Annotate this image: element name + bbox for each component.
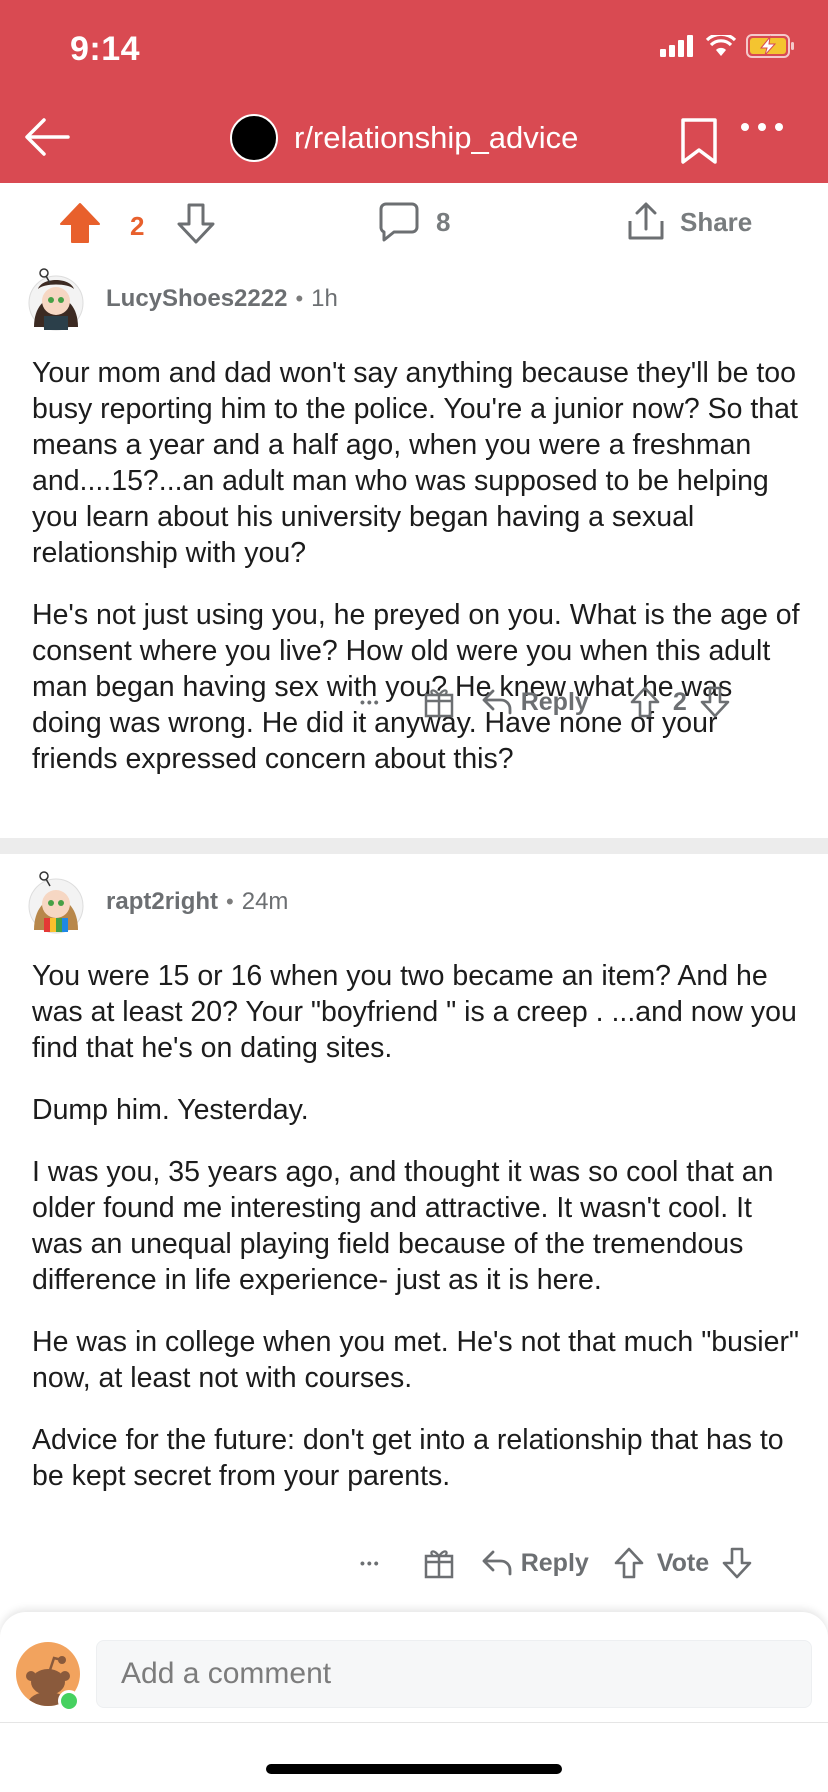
comments-button[interactable]: 8: [378, 201, 450, 243]
post-action-bar: 2 8 Share: [0, 183, 828, 263]
more-icon[interactable]: [740, 122, 784, 132]
comment: rapt2right • 24m You were 15 or 16 when …: [0, 866, 828, 1606]
comment-bubble-icon: [379, 202, 419, 242]
status-icons: [660, 34, 796, 58]
user-avatar[interactable]: [24, 267, 88, 331]
signal-icon: [660, 35, 693, 57]
online-status-indicator: [58, 1690, 80, 1712]
downvote-icon[interactable]: [176, 201, 216, 245]
award-icon[interactable]: [423, 685, 455, 719]
separator-dot: •: [226, 889, 234, 914]
app-header: 9:14 r/relationship_advice: [0, 0, 828, 183]
comment-actions: ••• Reply 2: [360, 685, 731, 719]
comment-paragraph: Your mom and dad won't say anything beca…: [32, 357, 798, 569]
user-avatar[interactable]: [24, 870, 88, 934]
comment-username[interactable]: LucyShoes2222: [106, 285, 287, 313]
subreddit-avatar: [230, 114, 278, 162]
comment-more-button[interactable]: •••: [360, 694, 381, 710]
share-button[interactable]: Share: [626, 201, 752, 243]
comment-paragraph: I was you, 35 years ago, and thought it …: [32, 1156, 774, 1296]
comment-more-button[interactable]: •••: [360, 1555, 381, 1571]
reply-icon: [482, 1550, 512, 1576]
comment-paragraph: He was in college when you met. He's not…: [32, 1326, 800, 1394]
comment: LucyShoes2222 • 1h Your mom and dad won'…: [0, 263, 828, 833]
separator-dot: •: [295, 286, 304, 311]
comment-paragraph: Advice for the future: don't get into a …: [32, 1424, 784, 1492]
battery-charging-icon: [746, 34, 794, 58]
comment-paragraph: You were 15 or 16 when you two became an…: [32, 960, 797, 1064]
comment-header: LucyShoes2222 • 1h: [24, 267, 338, 331]
comment-body: You were 15 or 16 when you two became an…: [32, 958, 802, 1520]
downvote-icon[interactable]: [721, 1546, 753, 1580]
comment-username[interactable]: rapt2right: [106, 888, 218, 916]
reply-icon: [482, 689, 512, 715]
award-icon[interactable]: [423, 1546, 455, 1580]
bottom-divider: [0, 1722, 828, 1723]
subreddit-link[interactable]: r/relationship_advice: [230, 114, 578, 162]
comment-paragraph: Dump him. Yesterday.: [32, 1094, 309, 1126]
comment-body: Your mom and dad won't say anything beca…: [32, 355, 802, 803]
upvote-icon[interactable]: [58, 201, 102, 245]
wifi-icon: [706, 35, 736, 56]
comment-vote-label: Vote: [656, 1548, 710, 1577]
status-time: 9:14: [70, 30, 141, 68]
subreddit-name: r/relationship_advice: [294, 120, 579, 155]
comment-time: 1h: [311, 285, 338, 312]
bookmark-icon[interactable]: [680, 117, 718, 165]
comment-time: 24m: [241, 888, 289, 915]
share-icon: [628, 202, 664, 240]
comments-count: 8: [436, 206, 451, 237]
reply-button[interactable]: Reply: [481, 1549, 589, 1578]
comment-score: 2: [672, 687, 687, 716]
share-label: Share: [680, 206, 753, 237]
reply-button[interactable]: Reply: [481, 688, 589, 717]
downvote-icon[interactable]: [699, 685, 731, 719]
comment-divider: [0, 838, 828, 854]
reply-label: Reply: [520, 687, 589, 716]
comment-header: rapt2right • 24m: [24, 870, 288, 934]
upvote-icon[interactable]: [629, 685, 661, 719]
post-score: 2: [130, 211, 145, 241]
back-arrow-icon[interactable]: [22, 112, 72, 162]
comment-actions: ••• Reply Vote: [360, 1546, 753, 1580]
add-comment-input[interactable]: Add a comment: [96, 1640, 812, 1708]
reply-label: Reply: [520, 1548, 589, 1577]
upvote-icon[interactable]: [613, 1546, 645, 1580]
home-indicator[interactable]: [266, 1764, 562, 1774]
